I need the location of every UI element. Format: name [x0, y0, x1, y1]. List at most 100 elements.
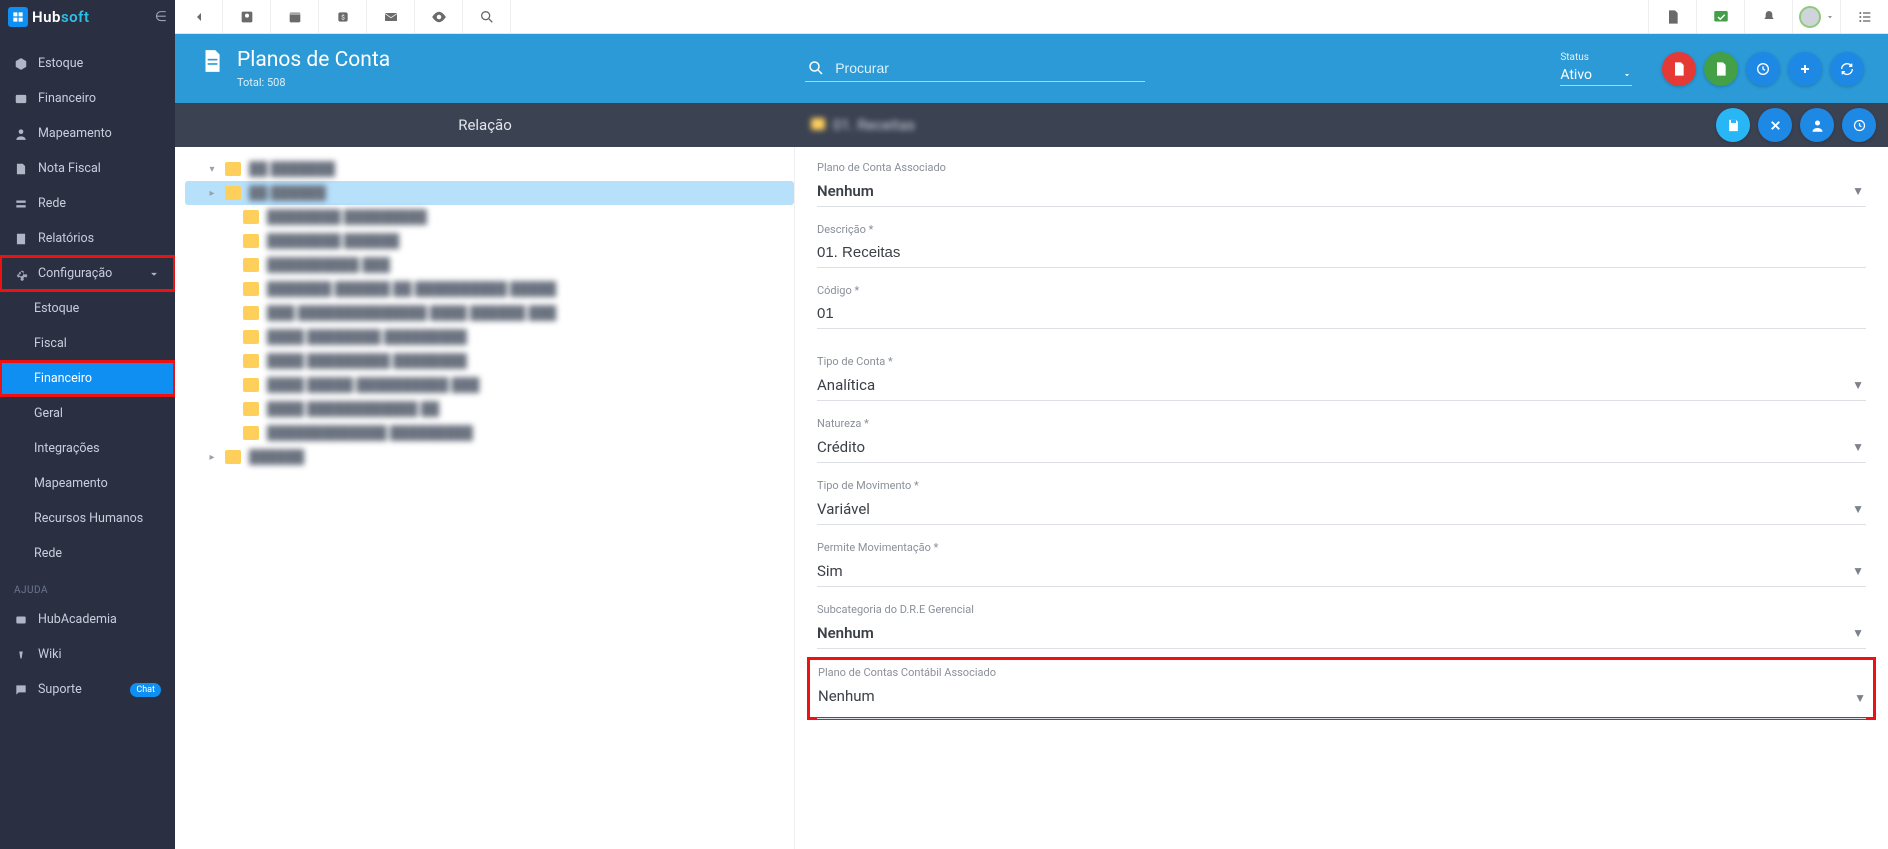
user-action-button[interactable] [1800, 108, 1834, 142]
money-icon[interactable]: $ [319, 0, 367, 33]
sidebar-sub-integracoes[interactable]: Integrações [0, 431, 175, 466]
help-section-title: AJUDA [0, 571, 175, 602]
tree-row[interactable]: ████████ ██████ [185, 229, 794, 253]
mail-icon[interactable] [367, 0, 415, 33]
tree-row[interactable]: ████████ █████████ [185, 205, 794, 229]
save-button[interactable] [1716, 108, 1750, 142]
tree-row[interactable]: ███████ ██████ ██ ██████████ █████ [185, 277, 794, 301]
back-button[interactable] [175, 0, 223, 33]
sidebar-sub-financeiro[interactable]: Financeiro [0, 361, 175, 396]
document-icon [199, 48, 225, 74]
field-natureza[interactable]: Natureza Crédito▼ [817, 417, 1866, 463]
field-plano-associado[interactable]: Plano de Conta Associado Nenhum▼ [817, 161, 1866, 207]
avatar [1799, 6, 1821, 28]
tree-row[interactable]: █████████████ █████████ [185, 421, 794, 445]
tree-row[interactable]: ████ █████ ██████████ ███ [185, 373, 794, 397]
user-menu[interactable] [1792, 0, 1840, 33]
more-list-icon[interactable] [1840, 0, 1888, 33]
field-tipo-movimento[interactable]: Tipo de Movimento Variável▼ [817, 479, 1866, 525]
sidebar-item-relatorios[interactable]: Relatórios [0, 221, 175, 256]
tree-row[interactable]: ████ ████████████ ██ [185, 397, 794, 421]
form-pane: Plano de Conta Associado Nenhum▼ Descriç… [795, 147, 1888, 849]
logo-icon [8, 7, 28, 27]
sidebar-sub-estoque[interactable]: Estoque [0, 291, 175, 326]
contacts-icon[interactable] [223, 0, 271, 33]
logo-area: Hubsoft ∈ [0, 0, 175, 34]
history-small-button[interactable] [1842, 108, 1876, 142]
refresh-button[interactable] [1830, 52, 1864, 86]
svg-text:$: $ [341, 13, 345, 21]
sidebar-sub-geral[interactable]: Geral [0, 396, 175, 431]
field-contabil-associado[interactable]: Plano de Contas Contábil Associado Nenhu… [817, 657, 1866, 719]
chevron-down-icon: ▼ [1854, 691, 1866, 705]
sidebar-item-configuracao[interactable]: Configuração [0, 256, 175, 291]
tree-pane: ▾██ ███████ ▸██ ██████ ████████ ████████… [175, 147, 795, 849]
search-input[interactable] [835, 60, 1143, 76]
sidebar-item-rede[interactable]: Rede [0, 186, 175, 221]
codigo-input[interactable] [817, 305, 1864, 322]
eye-icon[interactable] [415, 0, 463, 33]
history-button[interactable] [1746, 52, 1780, 86]
chevron-down-icon: ▼ [1852, 378, 1864, 392]
right-panel-title: 01. Receitas [795, 116, 1716, 134]
chevron-down-icon: ▼ [1852, 184, 1864, 198]
sidebar-sub-mapeamento[interactable]: Mapeamento [0, 466, 175, 501]
search-icon[interactable] [463, 0, 511, 33]
tree-row[interactable]: ▸██ ██████ [185, 181, 794, 205]
sidebar-item-nota-fiscal[interactable]: Nota Fiscal [0, 151, 175, 186]
export-pdf-button[interactable] [1662, 52, 1696, 86]
sidebar-item-financeiro[interactable]: Financeiro [0, 81, 175, 116]
calendar-icon[interactable] [271, 0, 319, 33]
export-excel-button[interactable] [1704, 52, 1738, 86]
status-ok-icon[interactable] [1696, 0, 1744, 33]
gear-icon [14, 267, 28, 281]
field-permite-mov[interactable]: Permite Movimentação Sim▼ [817, 541, 1866, 587]
search-icon [807, 59, 825, 77]
status-filter[interactable]: Status Ativo [1560, 52, 1632, 86]
tree-row[interactable]: ████ ████████ █████████ [185, 325, 794, 349]
chevron-down-icon [1825, 12, 1835, 22]
chevron-down-icon: ▼ [1852, 564, 1864, 578]
chevron-down-icon: ▼ [1852, 440, 1864, 454]
chevron-down-icon [1622, 70, 1632, 80]
field-descricao[interactable]: Descrição [817, 223, 1866, 268]
pdf-icon[interactable] [1648, 0, 1696, 33]
subheader: Relação 01. Receitas [175, 103, 1888, 147]
sidebar-sub-rh[interactable]: Recursos Humanos [0, 501, 175, 536]
field-codigo[interactable]: Código [817, 284, 1866, 329]
sidebar-item-wiki[interactable]: Wiki [0, 637, 175, 672]
sidebar-item-estoque[interactable]: Estoque [0, 46, 175, 81]
topbar: $ [175, 0, 1888, 34]
descricao-input[interactable] [817, 244, 1864, 261]
tree-row[interactable]: ▸██████ [185, 445, 794, 469]
chat-badge: Chat [130, 683, 161, 697]
add-button[interactable] [1788, 52, 1822, 86]
tree-row[interactable]: ██████████ ███ [185, 253, 794, 277]
chevron-down-icon [147, 267, 161, 281]
chevron-down-icon: ▼ [1852, 502, 1864, 516]
tree-row[interactable]: ████ █████████ ████████ [185, 349, 794, 373]
highlight-box: Plano de Contas Contábil Associado Nenhu… [807, 657, 1876, 720]
sidebar-sub-fiscal[interactable]: Fiscal [0, 326, 175, 361]
chevron-down-icon: ▼ [1852, 626, 1864, 640]
page-subtitle: Total: 508 [237, 76, 390, 89]
sidebar-collapse-icon[interactable]: ∈ [155, 9, 167, 25]
left-panel-title: Relação [175, 116, 795, 134]
sidebar-nav: Estoque Financeiro Mapeamento Nota Fisca… [0, 34, 175, 849]
tree-row[interactable]: ▾██ ███████ [185, 157, 794, 181]
sidebar-item-suporte[interactable]: SuporteChat [0, 672, 175, 707]
sidebar: Hubsoft ∈ Estoque Financeiro Mapeamento … [0, 0, 175, 849]
field-subcategoria[interactable]: Subcategoria do D.R.E Gerencial Nenhum▼ [817, 603, 1866, 649]
logo-text: Hubsoft [32, 8, 90, 26]
close-button[interactable] [1758, 108, 1792, 142]
bell-icon[interactable] [1744, 0, 1792, 33]
search-field[interactable] [805, 55, 1145, 82]
page-title: Planos de Conta [237, 48, 390, 72]
tree-row[interactable]: ███ ██████████████ ████ ██████ ███ [185, 301, 794, 325]
field-tipo-conta[interactable]: Tipo de Conta Analítica▼ [817, 355, 1866, 401]
page-header: Planos de Conta Total: 508 Status Ativo [175, 34, 1888, 103]
sidebar-config-submenu: Estoque Fiscal Financeiro Geral Integraç… [0, 291, 175, 571]
sidebar-item-mapeamento[interactable]: Mapeamento [0, 116, 175, 151]
sidebar-item-hubacademia[interactable]: HubAcademia [0, 602, 175, 637]
sidebar-sub-rede[interactable]: Rede [0, 536, 175, 571]
